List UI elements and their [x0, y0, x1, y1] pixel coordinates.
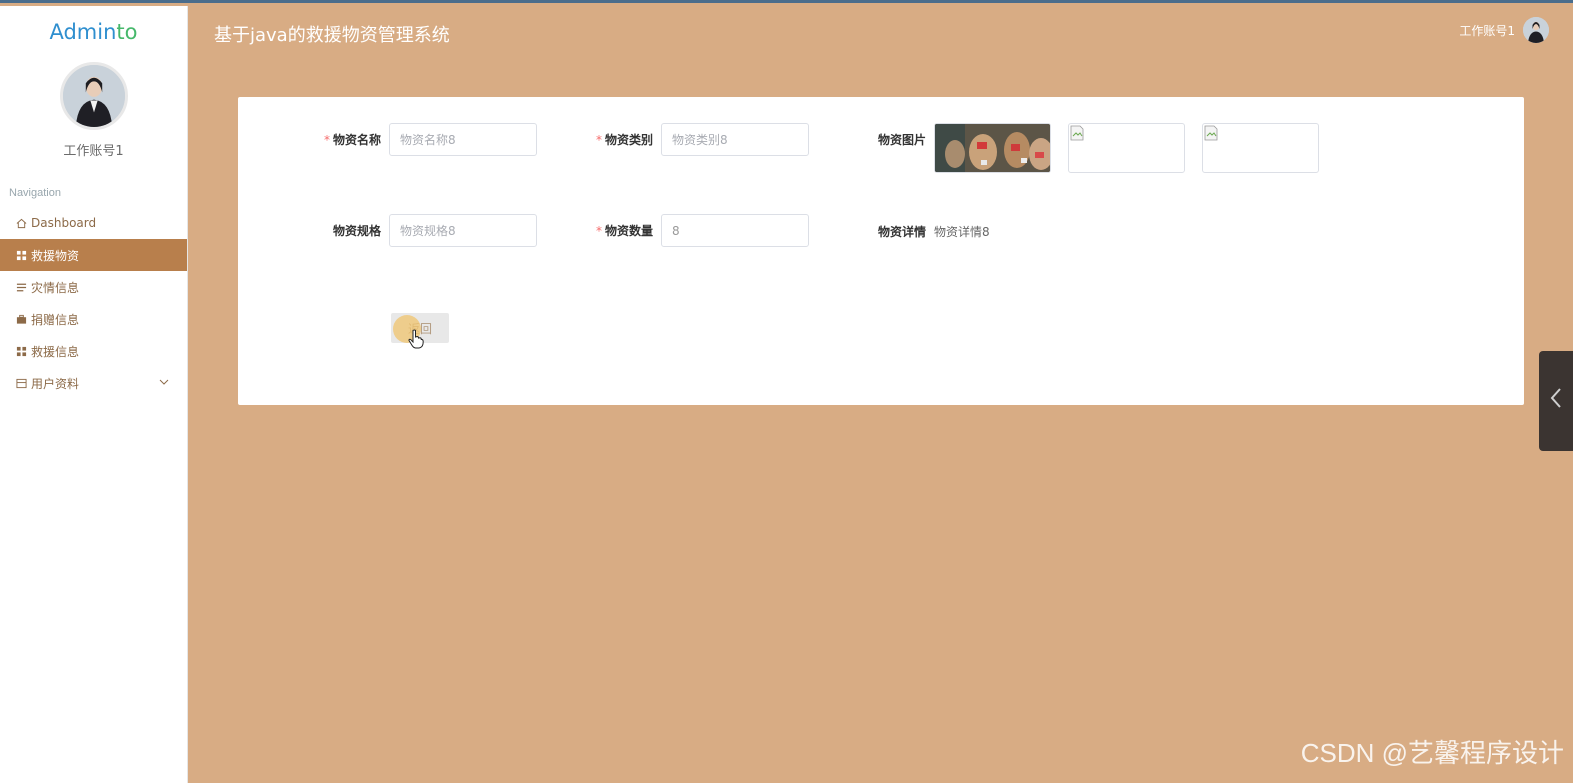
supply-image-2[interactable] — [1068, 123, 1186, 173]
sidebar-nav: Dashboard 救援物资 灾情信息 捐赠信息 救援信息 用户资料 — [0, 207, 187, 399]
sidebar-item-disaster-info[interactable]: 灾情信息 — [0, 271, 187, 303]
field-name: * 物资名称 — [324, 123, 538, 156]
field-image: 物资图片 — [878, 123, 1320, 173]
field-quantity: * 物资数量 — [596, 214, 810, 247]
category-input[interactable] — [661, 123, 810, 156]
supply-image-1[interactable] — [934, 123, 1052, 173]
watermark: CSDN @艺馨程序设计 — [1300, 738, 1564, 768]
sidebar-item-user-profile[interactable]: 用户资料 — [0, 367, 187, 399]
grid-icon — [15, 345, 27, 357]
supply-image-3[interactable] — [1202, 123, 1320, 173]
sidebar-item-rescue-supplies[interactable]: 救援物资 — [0, 239, 187, 271]
sidebar-item-label: 用户资料 — [31, 376, 80, 391]
field-image-label: 物资图片 — [878, 133, 927, 147]
sidebar-item-label: 捐赠信息 — [31, 312, 80, 327]
form-card: *物资名称 *物资类别 物资图片 — [238, 97, 1524, 405]
hand-cursor-icon — [408, 329, 424, 349]
field-detail-label: 物资详情 — [878, 225, 927, 239]
brand-text-part2: to — [116, 20, 138, 44]
header-user-menu[interactable]: 工作账号1 — [1459, 17, 1549, 43]
user-avatar[interactable] — [59, 62, 128, 130]
home-icon — [15, 217, 27, 229]
name-input[interactable] — [389, 123, 538, 156]
sidebar-item-label: 灾情信息 — [31, 280, 80, 295]
field-category-label: * 物资类别 — [596, 131, 653, 148]
list-icon — [15, 281, 27, 293]
sidebar-item-label: 救援物资 — [31, 248, 80, 263]
field-detail: 物资详情 物资详情8 — [878, 223, 990, 240]
field-quantity-label: * 物资数量 — [596, 222, 653, 239]
briefcase-icon — [15, 313, 27, 325]
sidebar-item-label: 救援信息 — [31, 344, 80, 359]
nav-section-title: Navigation — [9, 187, 61, 199]
detail-value: 物资详情8 — [934, 225, 990, 239]
required-marker: * — [596, 224, 602, 238]
header-avatar[interactable] — [1523, 17, 1549, 43]
spec-input[interactable] — [389, 214, 538, 247]
right-panel-toggle[interactable] — [1539, 351, 1573, 451]
field-spec: 物资规格 — [333, 214, 538, 247]
sidebar-item-rescue-info[interactable]: 救援信息 — [0, 335, 187, 367]
sidebar-item-dashboard[interactable]: Dashboard — [0, 207, 187, 239]
field-spec-label: 物资规格 — [333, 224, 382, 238]
field-name-label-text: 物资名称 — [333, 133, 382, 147]
quantity-input[interactable] — [661, 214, 810, 247]
field-category: * 物资类别 — [596, 123, 810, 156]
user-name: 工作账号1 — [63, 144, 124, 159]
sidebar-item-label: Dashboard — [31, 216, 97, 230]
broken-image-icon — [1070, 125, 1084, 141]
brand-text-part1: Admin — [49, 20, 117, 44]
required-marker: * — [596, 133, 602, 147]
chevron-left-icon — [1550, 387, 1562, 415]
card-icon — [15, 377, 27, 389]
chevron-down-icon[interactable] — [159, 376, 169, 389]
field-name-label: * 物资名称 — [324, 131, 381, 148]
field-quantity-label-text: 物资数量 — [605, 224, 654, 238]
page-title: 基于java的救援物资管理系统 — [214, 25, 450, 46]
header-user-name: 工作账号1 — [1459, 23, 1515, 38]
broken-image-icon — [1204, 125, 1218, 141]
required-marker: * — [324, 133, 330, 147]
brand-logo[interactable]: Adminto — [0, 6, 187, 52]
field-category-label-text: 物资类别 — [605, 133, 654, 147]
sidebar: Adminto 工作账号1 Navigation Dashboard 救援物资 — [0, 6, 188, 783]
sidebar-item-donation-info[interactable]: 捐赠信息 — [0, 303, 187, 335]
grid-icon — [15, 249, 27, 261]
